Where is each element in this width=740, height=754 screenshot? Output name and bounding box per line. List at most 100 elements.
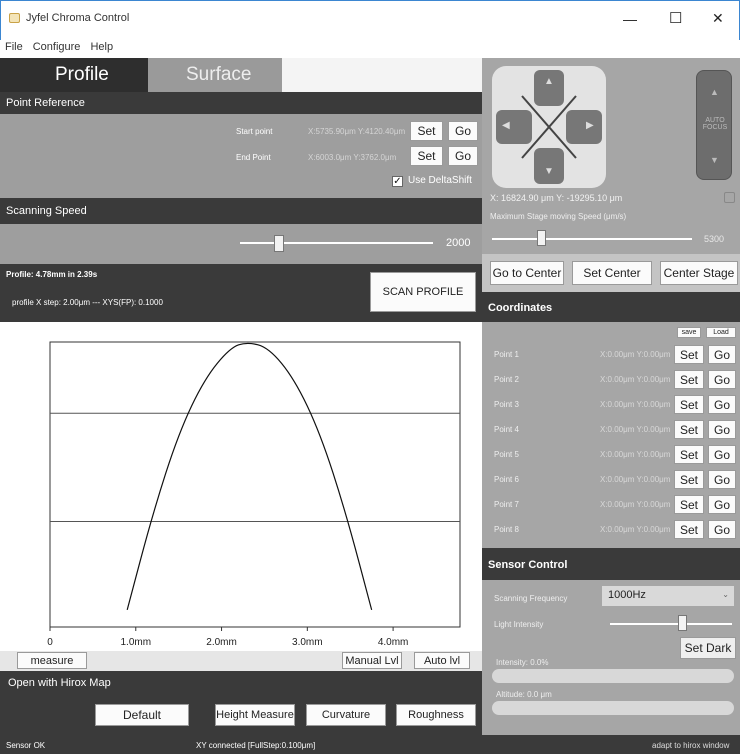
coordinate-go-button[interactable]: Go: [708, 520, 736, 539]
set-dark-button[interactable]: Set Dark: [680, 637, 736, 659]
maximize-button[interactable]: ☐: [669, 9, 682, 27]
end-set-button[interactable]: Set: [410, 146, 443, 166]
point-reference-header: Point Reference: [0, 92, 482, 114]
jog-left-icon[interactable]: ◀: [502, 120, 510, 131]
altitude-label: Altitude: 0.0 μm: [496, 690, 552, 699]
coordinate-go-button[interactable]: Go: [708, 395, 736, 414]
coordinate-go-button[interactable]: Go: [708, 420, 736, 439]
hirox-default-button[interactable]: Default: [95, 704, 189, 726]
stage-speed-track[interactable]: [492, 238, 692, 240]
menu-configure[interactable]: Configure: [28, 40, 86, 54]
hirox-roughness-button[interactable]: Roughness: [396, 704, 476, 726]
coordinate-set-button[interactable]: Set: [674, 445, 704, 464]
tab-surface[interactable]: Surface: [148, 58, 282, 92]
profile-step: profile X step: 2.00μm --- XYS(FP): 0.10…: [12, 298, 163, 307]
coordinate-set-button[interactable]: Set: [674, 470, 704, 489]
menu-help[interactable]: Help: [85, 40, 118, 54]
coordinate-point-name: Point 6: [494, 475, 519, 484]
coordinate-set-button[interactable]: Set: [674, 395, 704, 414]
x-tick-label: 0: [47, 637, 53, 648]
speed-slider-thumb[interactable]: [273, 235, 284, 252]
coordinates-load-button[interactable]: Load: [706, 327, 736, 338]
end-point-label: End Point: [236, 153, 271, 162]
scan-profile-button[interactable]: SCAN PROFILE: [370, 272, 476, 312]
coordinate-point-value: X:0.00μm Y:0.00μm: [600, 350, 671, 359]
light-slider-track[interactable]: [610, 623, 732, 625]
coordinates-save-button[interactable]: save: [677, 327, 701, 338]
coordinate-set-button[interactable]: Set: [674, 345, 704, 364]
jog-down-icon[interactable]: ▼: [544, 166, 554, 177]
auto-level-button[interactable]: Auto lvl: [414, 652, 470, 669]
manual-level-button[interactable]: Manual Lvl: [342, 652, 402, 669]
stage-coordinates: X: 16824.90 μm Y: -19295.10 μm: [490, 193, 623, 203]
coordinate-go-button[interactable]: Go: [708, 445, 736, 464]
altitude-bar: [492, 701, 734, 715]
set-center-button[interactable]: Set Center: [572, 261, 652, 285]
jog-up-icon[interactable]: ▲: [544, 76, 554, 87]
coordinate-point-name: Point 7: [494, 500, 519, 509]
close-button[interactable]: ✕: [712, 10, 724, 27]
x-tick-label: 3.0mm: [292, 637, 323, 648]
chart-area: 0 1.0mm 2.0mm 3.0mm 4.0mm: [0, 322, 482, 654]
chevron-down-icon: ⌄: [722, 590, 729, 599]
center-stage-button[interactable]: Center Stage: [660, 261, 738, 285]
profile-summary: Profile: 4.78mm in 2.39s: [6, 270, 98, 279]
coordinate-point-value: X:0.00μm Y:0.00μm: [600, 500, 671, 509]
start-go-button[interactable]: Go: [448, 121, 478, 141]
freq-select-value: 1000Hz: [608, 589, 646, 601]
measure-button[interactable]: measure: [17, 652, 87, 669]
coordinate-set-button[interactable]: Set: [674, 520, 704, 539]
stage-speed-thumb[interactable]: [537, 230, 546, 246]
x-tick-label: 4.0mm: [378, 637, 409, 648]
chart-buttons-bar: measure Manual Lvl Auto lvl: [0, 651, 482, 671]
coordinate-set-button[interactable]: Set: [674, 370, 704, 389]
adapt-hirox-button[interactable]: adapt to hirox window: [652, 741, 729, 750]
jog-right-icon[interactable]: ▶: [586, 120, 594, 131]
go-to-center-button[interactable]: Go to Center: [490, 261, 564, 285]
tab-profile[interactable]: Profile: [0, 58, 148, 92]
coordinate-go-button[interactable]: Go: [708, 495, 736, 514]
speed-value: 2000: [446, 237, 471, 249]
plot-frame: [49, 341, 461, 628]
freq-label: Scanning Frequency: [494, 594, 568, 603]
stage-panel: ▲ ▼ ◀ ▶ ▲ AUTO FOCUS ▼ X: 16824.90 μm Y:…: [482, 58, 740, 254]
coordinate-point-value: X:0.00μm Y:0.00μm: [600, 475, 671, 484]
freq-select[interactable]: 1000Hz ⌄: [602, 586, 734, 606]
deltashift-checkbox[interactable]: ✓: [392, 176, 403, 187]
coordinate-point-name: Point 1: [494, 350, 519, 359]
hirox-title: Open with Hirox Map: [8, 677, 111, 689]
z-down-icon[interactable]: ▼: [710, 155, 719, 165]
coordinate-row: Point 4 X:0.00μm Y:0.00μm Set Go: [482, 417, 740, 442]
stage-speed-value: 5300: [704, 234, 725, 244]
stage-speed-label: Maximum Stage moving Speed (μm/s): [490, 212, 627, 221]
coord-check-icon: [724, 192, 735, 203]
left-panel: Profile Surface Point Reference Start po…: [0, 58, 482, 735]
menu-file[interactable]: File: [0, 40, 28, 54]
intensity-bar: [492, 669, 734, 683]
coordinate-point-value: X:0.00μm Y:0.00μm: [600, 375, 671, 384]
scanning-speed-body: 2000: [0, 224, 482, 264]
coordinate-point-name: Point 3: [494, 400, 519, 409]
coordinate-go-button[interactable]: Go: [708, 370, 736, 389]
profile-chart: 0 1.0mm 2.0mm 3.0mm 4.0mm: [47, 341, 461, 648]
light-slider-thumb[interactable]: [678, 615, 688, 631]
coordinate-go-button[interactable]: Go: [708, 470, 736, 489]
coordinate-point-name: Point 8: [494, 525, 519, 534]
end-go-button[interactable]: Go: [448, 146, 478, 166]
center-buttons-bar: Go to Center Set Center Center Stage: [482, 254, 740, 292]
coordinate-point-value: X:0.00μm Y:0.00μm: [600, 450, 671, 459]
coordinate-set-button[interactable]: Set: [674, 420, 704, 439]
auto-focus-label[interactable]: AUTO FOCUS: [700, 117, 730, 131]
z-up-icon[interactable]: ▲: [710, 87, 719, 97]
hirox-height-button[interactable]: Height Measure: [215, 704, 295, 726]
start-set-button[interactable]: Set: [410, 121, 443, 141]
coordinate-set-button[interactable]: Set: [674, 495, 704, 514]
right-panel: ▲ ▼ ◀ ▶ ▲ AUTO FOCUS ▼ X: 16824.90 μm Y:…: [482, 58, 740, 735]
hirox-curvature-button[interactable]: Curvature: [306, 704, 386, 726]
coordinate-point-name: Point 5: [494, 450, 519, 459]
coordinate-go-button[interactable]: Go: [708, 345, 736, 364]
minimize-button[interactable]: —: [623, 11, 637, 27]
status-bar: Sensor OK XY connected [FullStep:0.100μm…: [0, 735, 740, 754]
coordinate-row: Point 3 X:0.00μm Y:0.00μm Set Go: [482, 392, 740, 417]
speed-slider-track[interactable]: [240, 242, 433, 244]
